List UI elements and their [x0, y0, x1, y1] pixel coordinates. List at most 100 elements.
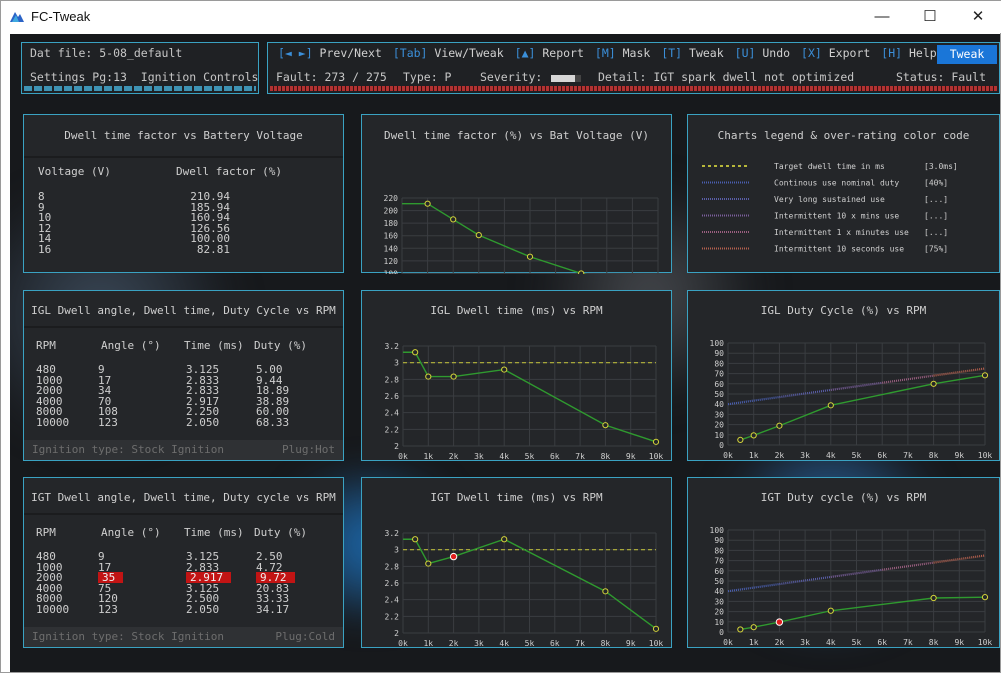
x-tick-label: 1k — [749, 451, 759, 460]
data-point — [475, 232, 482, 239]
y-tick-label: 2.6 — [385, 392, 400, 401]
key-command-tweak[interactable]: Tweak — [689, 46, 724, 60]
x-tick-label: 4k — [499, 452, 509, 461]
time-cell: 2.050 — [186, 415, 220, 429]
key-hint: [T] — [661, 46, 690, 60]
title-bar[interactable]: FC-Tweak — ☐ ✕ — [1, 1, 1001, 33]
data-point — [578, 270, 585, 274]
data-point — [750, 432, 757, 439]
angle-cell: 123 — [98, 415, 118, 429]
data-point — [425, 373, 432, 380]
data-point — [412, 349, 419, 356]
chart-legend: Target dwell time in ms [3.0ms] Continous … — [702, 162, 958, 254]
key-command-undo[interactable]: Undo — [762, 46, 790, 60]
key-command-help[interactable]: Help — [909, 46, 937, 60]
y-tick-label: 2.4 — [385, 409, 400, 418]
y-tick-label: 30 — [714, 410, 724, 419]
data-point — [827, 402, 834, 409]
close-button[interactable]: ✕ — [955, 5, 1001, 29]
legend-value: [...] — [924, 195, 948, 204]
table-footer: Ignition type: Stock Ignition Plug:Cold — [24, 627, 343, 647]
key-command-mask[interactable]: Mask — [623, 46, 651, 60]
y-tick-label: 140 — [384, 244, 399, 253]
x-tick-label: 5k — [525, 452, 535, 461]
minimize-button[interactable]: — — [859, 5, 905, 29]
x-tick-label: 8k — [601, 452, 611, 461]
window-title: FC-Tweak — [31, 9, 91, 24]
column-header: Angle (°) — [101, 526, 161, 539]
y-tick-label: 90 — [714, 349, 724, 358]
time-cell: 2.050 — [186, 602, 220, 616]
x-tick-label: 7k — [575, 452, 585, 461]
data-point — [737, 436, 744, 443]
y-tick-label: 10 — [714, 618, 724, 627]
x-tick-label: 9k — [626, 639, 636, 648]
fault-type: Type: P — [403, 70, 452, 84]
maximize-button[interactable]: ☐ — [907, 5, 953, 29]
y-tick-label: 20 — [714, 421, 724, 430]
app-window: FC-Tweak — ☐ ✕ Dat file: 5-08_default Se… — [0, 0, 1001, 673]
duty-cell: 68.33 — [256, 415, 290, 429]
data-point — [501, 366, 508, 373]
data-point — [450, 216, 457, 223]
data-point — [526, 253, 534, 260]
key-hint: [Tab] — [392, 46, 435, 60]
data-point — [602, 588, 609, 595]
x-tick-label: 4k — [826, 451, 836, 460]
key-command-export[interactable]: Export — [829, 46, 871, 60]
y-tick-label: 50 — [714, 390, 724, 399]
divider — [24, 156, 343, 158]
column-header: Voltage (V) — [38, 165, 111, 178]
igl-duty-chart: 0k 1k 2k 3k 4k 5k 6k 7k 8k 9k 10k 01020 3040506070 80… — [710, 339, 993, 460]
fault-detail: Detail: IGT spark dwell not optimized — [598, 70, 855, 84]
x-tick-label: 8k — [601, 639, 611, 648]
x-tick-label: 10k — [978, 451, 993, 460]
x-tick-label: 1k — [423, 452, 433, 461]
y-tick-label: 2.2 — [385, 612, 400, 621]
x-tick-label: 4k — [499, 639, 509, 648]
x-tick-label: 1k — [749, 638, 759, 647]
legend-label: Target dwell time in ms — [774, 162, 885, 171]
y-tick-label: 30 — [714, 597, 724, 606]
x-tick-label: 6k — [877, 638, 887, 647]
y-tick-label: 80 — [714, 546, 724, 555]
x-tick-label: 3k — [800, 638, 810, 647]
y-tick-label: 100 — [384, 269, 399, 274]
rpm-cell: 10000 — [36, 415, 70, 429]
legend-label: Intermittent 10 seconds use — [774, 245, 904, 254]
x-tick-label: 0k — [723, 451, 733, 460]
y-tick-label: 20 — [714, 608, 724, 617]
y-tick-label: 40 — [714, 400, 724, 409]
data-point — [981, 372, 989, 379]
column-header: Duty (%) — [254, 339, 307, 352]
legend-label: Intermittent 1 x minutes use — [774, 228, 909, 237]
data-point — [412, 536, 419, 543]
legend-value: [40%] — [924, 179, 948, 188]
x-tick-label: 1k — [423, 639, 433, 648]
y-tick-label: 60 — [714, 380, 724, 389]
key-hint: [M] — [594, 46, 623, 60]
data-point — [602, 422, 609, 429]
key-hint: [◄ ►] — [278, 46, 320, 60]
key-command-view-tweak[interactable]: View/Tweak — [434, 46, 503, 60]
data-point — [930, 594, 937, 602]
x-tick-label: 0k — [398, 639, 408, 648]
y-tick-label: 60 — [714, 567, 724, 576]
x-tick-label: 7k — [903, 451, 913, 460]
legend-label: Very long sustained use — [774, 195, 885, 204]
key-hint: [X] — [801, 46, 829, 60]
panel-title: IGL Dwell angle, Dwell time, Duty Cycle … — [31, 304, 336, 317]
data-point — [501, 536, 508, 543]
settings-page-label: Settings Pg:13 Ignition Controls — [30, 70, 259, 84]
dwell-factor-cell: 82.81 — [196, 242, 230, 256]
y-tick-label: 120 — [384, 257, 399, 266]
x-tick-label: 9k — [626, 452, 636, 461]
key-command-prev-next[interactable]: Prev/Next — [320, 46, 382, 60]
x-tick-label: 9k — [954, 638, 964, 647]
x-tick-label: 10k — [649, 452, 664, 461]
duty-cell: 34.17 — [256, 602, 290, 616]
y-tick-label: 180 — [384, 219, 399, 228]
y-tick-label: 3 — [394, 546, 399, 555]
tweak-mode-button[interactable]: Tweak — [937, 45, 997, 64]
key-command-report[interactable]: Report — [542, 46, 584, 60]
